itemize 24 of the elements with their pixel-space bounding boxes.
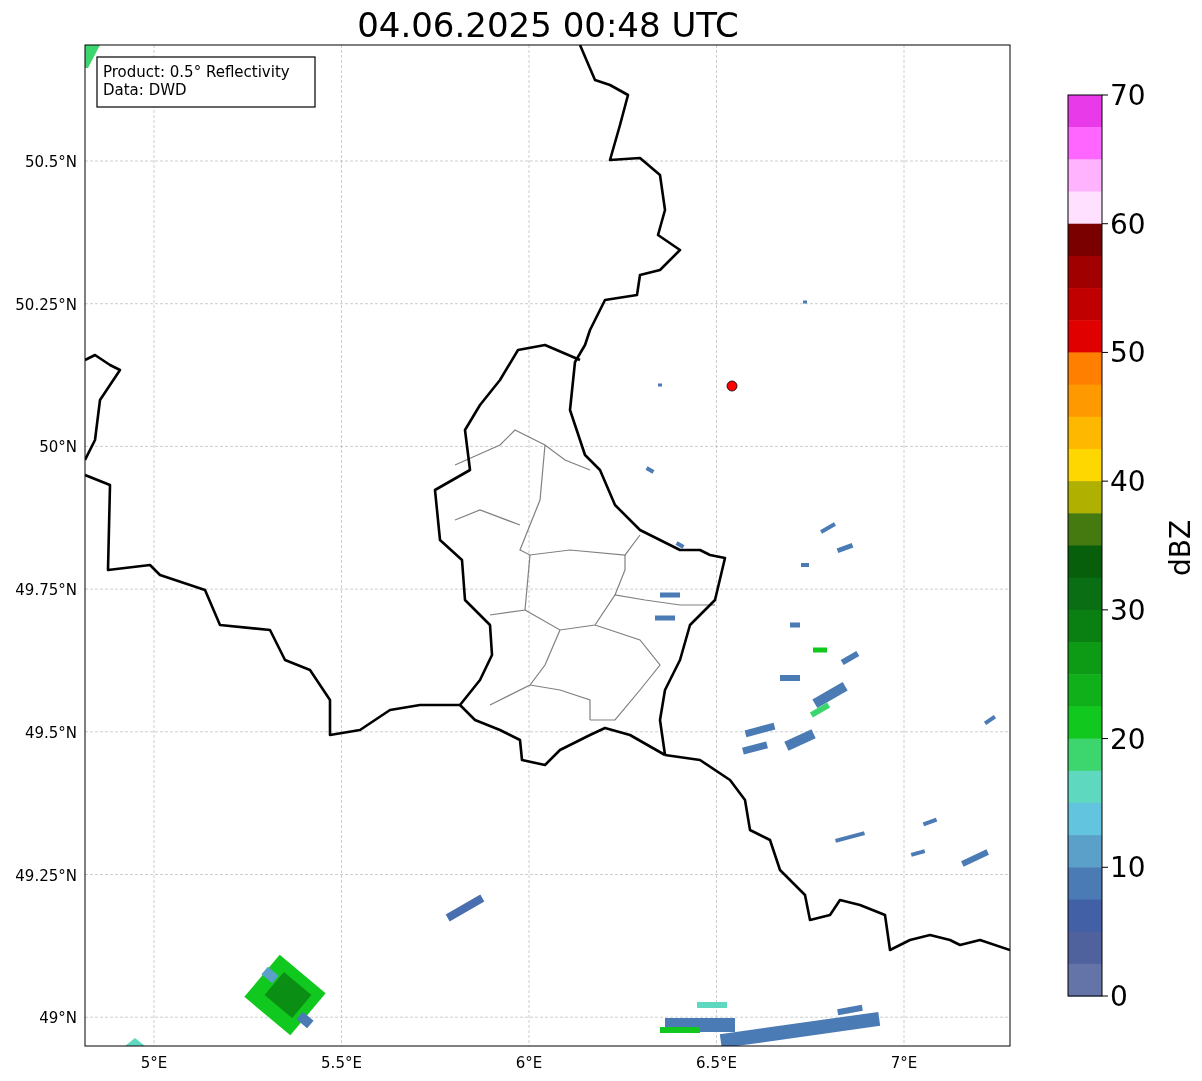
colorbar-tick-label: 40 <box>1110 465 1146 499</box>
latitude-label: 49.75°N <box>15 581 77 600</box>
longitude-label: 6.5°E <box>696 1054 737 1072</box>
latitude-label: 50.25°N <box>15 295 77 314</box>
latitude-label: 50°N <box>39 438 77 457</box>
colorbar-tick-label: 50 <box>1110 336 1146 370</box>
colorbar-tick-label: 10 <box>1110 851 1146 885</box>
colorbar-tick-label: 20 <box>1110 722 1146 756</box>
latitude-label: 49.5°N <box>24 723 77 742</box>
longitude-label: 5°E <box>140 1054 168 1072</box>
colorbar-tick-label: 0 <box>1110 980 1128 1013</box>
colorbar-tick-label: 60 <box>1110 207 1146 241</box>
plot-title: 04.06.2025 00:48 UTC <box>357 5 739 45</box>
latitude-label: 49°N <box>39 1009 77 1028</box>
latitude-label: 50.5°N <box>24 153 77 171</box>
longitude-label: 7°E <box>890 1054 918 1072</box>
longitude-label: 5.5°E <box>321 1054 362 1072</box>
longitude-label: 6°E <box>515 1054 543 1072</box>
colorbar-tick-label: 70 <box>1110 79 1146 112</box>
latitude-label: 49.25°N <box>15 866 77 885</box>
colorbar-label: dBZ <box>1164 519 1197 577</box>
info-text: Data: DWD <box>103 81 187 99</box>
info-text: Product: 0.5° Reflectivity <box>103 63 290 81</box>
colorbar-tick-label: 30 <box>1110 593 1146 627</box>
